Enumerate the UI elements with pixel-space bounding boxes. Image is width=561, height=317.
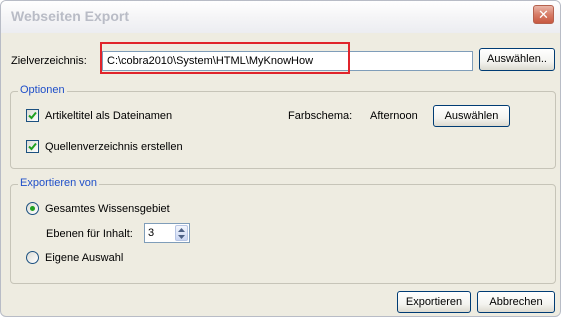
export-dialog: Webseiten Export ✕ Zielverzeichnis: C:\c… [0, 0, 561, 317]
article-titles-label: Artikeltitel als Dateinamen [45, 110, 173, 122]
arrow-up-icon[interactable] [178, 228, 185, 232]
path-highlight-box [100, 42, 350, 74]
export-from-group-title: Exportieren von [18, 177, 100, 190]
target-directory-label: Zielverzeichnis: [11, 55, 87, 67]
color-scheme-label: Farbschema: [288, 110, 353, 122]
checkmark-icon [28, 142, 37, 151]
whole-domain-label: Gesamtes Wissensgebiet [45, 203, 170, 215]
radio-dot-icon [30, 206, 35, 211]
levels-spinner[interactable]: 3 [144, 223, 190, 243]
custom-selection-label: Eigene Auswahl [45, 252, 124, 264]
custom-selection-radio[interactable] [26, 251, 39, 264]
title-bar[interactable]: Webseiten Export ✕ [1, 1, 560, 33]
export-button[interactable]: Exportieren [397, 291, 471, 313]
levels-label: Ebenen für Inhalt: [46, 228, 133, 240]
browse-directory-button[interactable]: Auswählen.. [479, 48, 555, 71]
color-scheme-value: Afternoon [370, 110, 418, 122]
cancel-button[interactable]: Abbrechen [477, 291, 555, 313]
color-scheme-select-button[interactable]: Auswählen [433, 105, 510, 127]
window-title: Webseiten Export [11, 8, 129, 24]
article-titles-checkbox[interactable] [26, 109, 39, 122]
close-icon: ✕ [538, 7, 549, 22]
source-directory-label: Quellenverzeichnis erstellen [45, 141, 183, 153]
arrow-down-icon[interactable] [178, 235, 185, 239]
whole-domain-radio[interactable] [26, 202, 39, 215]
options-group-title: Optionen [18, 84, 67, 97]
levels-spin-buttons[interactable] [175, 225, 188, 241]
close-button[interactable]: ✕ [533, 5, 554, 24]
levels-value: 3 [148, 227, 155, 239]
source-directory-checkbox[interactable] [26, 140, 39, 153]
options-group [10, 91, 556, 169]
checkmark-icon [28, 111, 37, 120]
